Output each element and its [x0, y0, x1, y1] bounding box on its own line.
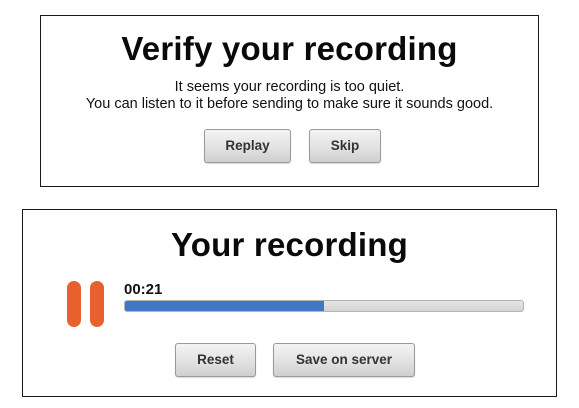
- verify-recording-dialog: Verify your recording It seems your reco…: [40, 15, 539, 187]
- verify-message-line-1: It seems your recording is too quiet.: [174, 79, 405, 95]
- your-recording-panel: Your recording 00:21 Reset Save on serve…: [22, 209, 557, 397]
- replay-button[interactable]: Replay: [204, 129, 291, 163]
- pause-icon[interactable]: [67, 281, 104, 327]
- save-on-server-button[interactable]: Save on server: [273, 343, 415, 377]
- playback-timer: 00:21: [124, 281, 163, 298]
- skip-button[interactable]: Skip: [309, 129, 381, 163]
- verify-dialog-title: Verify your recording: [121, 30, 458, 67]
- pause-icon-right-bar: [90, 281, 104, 327]
- reset-button[interactable]: Reset: [175, 343, 256, 377]
- playback-progress-bar[interactable]: [124, 300, 524, 312]
- recording-panel-title: Your recording: [171, 226, 408, 263]
- pause-icon-left-bar: [67, 281, 81, 327]
- verify-message-line-2: You can listen to it before sending to m…: [85, 96, 494, 112]
- playback-progress-fill: [125, 301, 324, 311]
